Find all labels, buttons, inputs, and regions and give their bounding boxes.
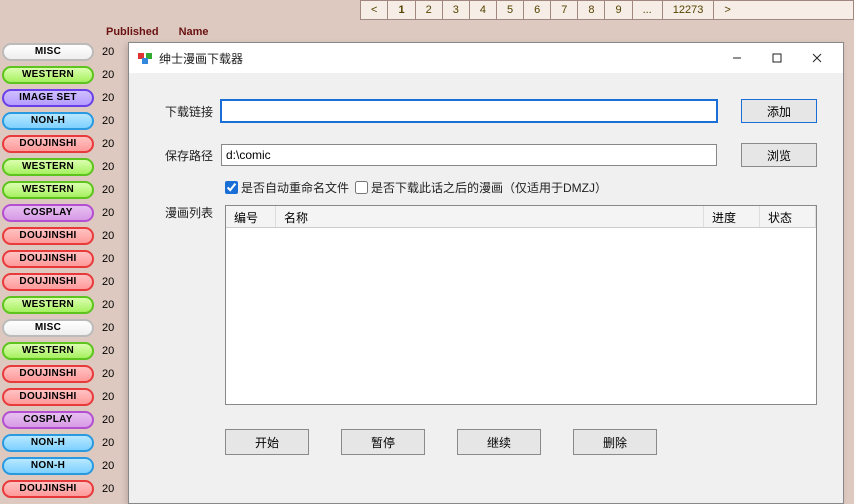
page-ellipsis[interactable]: ... xyxy=(633,1,663,19)
rename-checkbox-label[interactable]: 是否自动重命名文件 xyxy=(225,179,349,196)
year-text: 20 xyxy=(102,460,114,472)
titlebar: 绅士漫画下载器 xyxy=(129,43,843,73)
category-pill: MISC xyxy=(2,43,94,61)
next-checkbox-label[interactable]: 是否下载此话之后的漫画（仅适用于DMZJ） xyxy=(355,179,607,196)
header-name: Name xyxy=(179,26,209,38)
category-pill: NON-H xyxy=(2,434,94,452)
category-pill: DOUJINSHI xyxy=(2,227,94,245)
year-text: 20 xyxy=(102,161,114,173)
maximize-button[interactable] xyxy=(757,44,797,72)
category-pill: WESTERN xyxy=(2,66,94,84)
header-published: Published xyxy=(106,26,159,38)
category-pill: DOUJINSHI xyxy=(2,250,94,268)
minimize-button[interactable] xyxy=(717,44,757,72)
rename-checkbox[interactable] xyxy=(225,181,238,194)
category-pill: DOUJINSHI xyxy=(2,365,94,383)
page-prev[interactable]: < xyxy=(361,1,388,19)
next-checkbox-text: 是否下载此话之后的漫画（仅适用于DMZJ） xyxy=(371,179,607,196)
year-text: 20 xyxy=(102,253,114,265)
table-header: 编号 名称 进度 状态 xyxy=(226,206,816,228)
category-pill: WESTERN xyxy=(2,296,94,314)
page-last[interactable]: 12273 xyxy=(663,1,715,19)
page-next[interactable]: > xyxy=(714,1,740,19)
category-pill: IMAGE SET xyxy=(2,89,94,107)
category-pill: NON-H xyxy=(2,112,94,130)
year-text: 20 xyxy=(102,368,114,380)
category-pill: WESTERN xyxy=(2,158,94,176)
resume-button[interactable]: 继续 xyxy=(457,429,541,455)
downloader-dialog: 绅士漫画下载器 下载链接 添加 保存路径 浏览 是否自动重命名文件 是否下载此话… xyxy=(128,42,844,504)
year-text: 20 xyxy=(102,299,114,311)
rename-checkbox-text: 是否自动重命名文件 xyxy=(241,179,349,196)
col-num: 编号 xyxy=(226,206,276,227)
page-9[interactable]: 9 xyxy=(605,1,632,19)
year-text: 20 xyxy=(102,230,114,242)
year-text: 20 xyxy=(102,391,114,403)
year-text: 20 xyxy=(102,437,114,449)
pagination: < 123456789...12273> xyxy=(360,0,854,20)
path-input[interactable] xyxy=(221,144,717,166)
category-pill: COSPLAY xyxy=(2,204,94,222)
add-button[interactable]: 添加 xyxy=(741,99,817,123)
year-text: 20 xyxy=(102,69,114,81)
page-4[interactable]: 4 xyxy=(470,1,497,19)
category-pill: WESTERN xyxy=(2,181,94,199)
close-button[interactable] xyxy=(797,44,837,72)
year-text: 20 xyxy=(102,184,114,196)
year-text: 20 xyxy=(102,207,114,219)
year-text: 20 xyxy=(102,92,114,104)
year-text: 20 xyxy=(102,345,114,357)
manga-table[interactable]: 编号 名称 进度 状态 xyxy=(225,205,817,405)
category-pill: DOUJINSHI xyxy=(2,388,94,406)
pause-button[interactable]: 暂停 xyxy=(341,429,425,455)
year-text: 20 xyxy=(102,138,114,150)
year-text: 20 xyxy=(102,115,114,127)
year-text: 20 xyxy=(102,46,114,58)
col-name: 名称 xyxy=(276,206,704,227)
year-text: 20 xyxy=(102,483,114,495)
app-icon xyxy=(137,50,153,66)
category-pill: WESTERN xyxy=(2,342,94,360)
start-button[interactable]: 开始 xyxy=(225,429,309,455)
col-status: 状态 xyxy=(760,206,816,227)
dialog-title: 绅士漫画下载器 xyxy=(159,50,717,67)
category-pill: NON-H xyxy=(2,457,94,475)
browse-button[interactable]: 浏览 xyxy=(741,143,817,167)
url-label: 下载链接 xyxy=(165,103,221,120)
page-3[interactable]: 3 xyxy=(443,1,470,19)
page-7[interactable]: 7 xyxy=(551,1,578,19)
page-6[interactable]: 6 xyxy=(524,1,551,19)
year-text: 20 xyxy=(102,414,114,426)
category-pill: DOUJINSHI xyxy=(2,273,94,291)
year-text: 20 xyxy=(102,322,114,334)
delete-button[interactable]: 删除 xyxy=(573,429,657,455)
page-8[interactable]: 8 xyxy=(578,1,605,19)
path-label: 保存路径 xyxy=(165,147,221,164)
category-pill: MISC xyxy=(2,319,94,337)
url-input[interactable] xyxy=(221,100,717,122)
page-1[interactable]: 1 xyxy=(388,1,415,19)
category-pill: DOUJINSHI xyxy=(2,480,94,498)
next-checkbox[interactable] xyxy=(355,181,368,194)
year-text: 20 xyxy=(102,276,114,288)
category-pill: DOUJINSHI xyxy=(2,135,94,153)
page-2[interactable]: 2 xyxy=(416,1,443,19)
page-5[interactable]: 5 xyxy=(497,1,524,19)
category-pill: COSPLAY xyxy=(2,411,94,429)
col-progress: 进度 xyxy=(704,206,760,227)
